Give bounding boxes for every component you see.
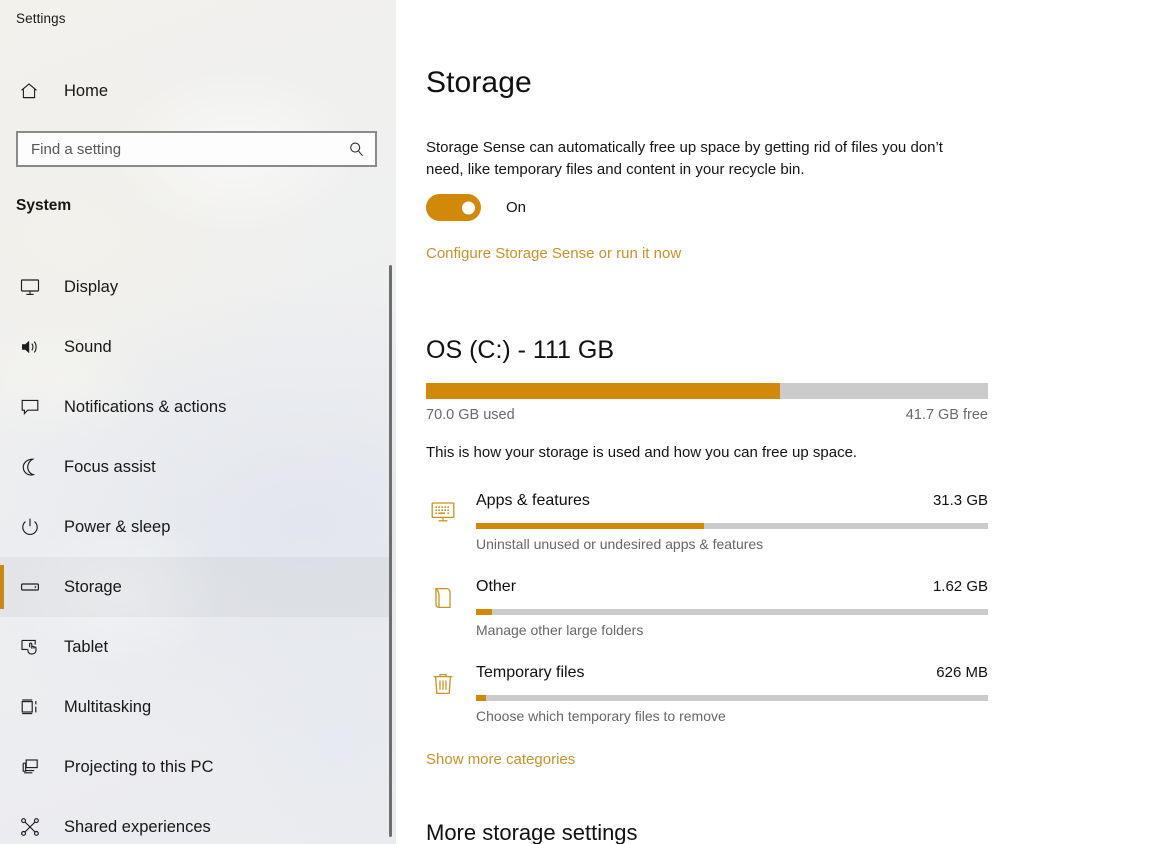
storage-howto-text: This is how your storage is used and how… [426,444,858,461]
page-title: Storage [426,66,532,99]
drive-usage-bar [426,383,988,399]
storage-sense-state-label: On [506,199,527,216]
selection-indicator [0,445,4,489]
search-box[interactable] [16,131,377,167]
sidebar-item-projecting[interactable]: Projecting to this PC [0,737,392,797]
main-content: Storage Storage Sense can automatically … [396,0,1168,844]
sidebar-item-display[interactable]: Display [0,257,392,317]
sidebar-item-focus-assist[interactable]: Focus assist [0,437,392,497]
storage-sense-toggle[interactable] [426,194,481,221]
drive-used-label: 70.0 GB used [426,407,515,423]
search-input[interactable] [31,134,345,164]
sidebar-item-sound[interactable]: Sound [0,317,392,377]
drive-usage-fill [426,383,781,399]
sidebar-item-label: Tablet [64,637,109,656]
search-icon[interactable] [345,138,367,160]
sidebar-item-label: Focus assist [64,457,156,476]
settings-window: Settings Home Find a setting System Disp… [0,0,1168,844]
storage-category-list: Apps & features 31.3 GB Uninstall unused… [426,487,988,745]
sidebar: Settings Home Find a setting System Disp… [0,0,396,844]
category-header: Other 1.62 GB [476,578,988,596]
app-title: Settings [16,11,66,26]
sidebar-item-multitasking[interactable]: Multitasking [0,677,392,737]
sidebar-item-label: Shared experiences [64,817,211,836]
category-name: Temporary files [476,664,585,681]
selection-indicator [0,805,4,844]
selection-indicator [0,265,4,309]
sidebar-item-label: Notifications & actions [64,397,227,416]
sidebar-item-storage[interactable]: Storage [0,557,392,617]
category-header: Apps & features 31.3 GB [476,492,988,510]
sidebar-scrollbar-thumb[interactable] [389,265,392,837]
category-size: 626 MB [936,664,988,681]
category-size: 31.3 GB [932,492,988,509]
tablet-touch-icon [16,633,44,661]
sidebar-item-shared-experiences[interactable]: Shared experiences [0,797,392,844]
category-subtitle: Choose which temporary files to remove [476,708,726,724]
category-subtitle: Manage other large folders [476,622,644,638]
drive-usage-legend: 70.0 GB used 41.7 GB free [426,407,988,423]
storage-category-other[interactable]: Other 1.62 GB Manage other large folders [426,573,988,659]
sidebar-item-label: Multitasking [64,697,152,716]
show-more-categories-link[interactable]: Show more categories [426,751,575,768]
trash-icon [426,667,460,701]
category-size: 1.62 GB [932,578,988,595]
moon-icon [16,453,44,481]
sidebar-item-label: Power & sleep [64,517,171,536]
category-usage-fill [476,523,704,529]
category-header: Temporary files 626 MB [476,664,988,682]
storage-sense-toggle-row: On [426,194,526,221]
monitor-icon [16,273,44,301]
drive-title: OS (C:) - 111 GB [426,336,615,364]
comment-icon [16,393,44,421]
category-usage-bar [476,609,988,615]
search-container [16,131,377,167]
drive-free-label: 41.7 GB free [905,407,988,423]
selection-indicator [0,625,4,669]
power-icon [16,513,44,541]
project-screen-icon [16,753,44,781]
home-icon [16,78,42,104]
sidebar-item-label: Sound [64,337,112,356]
toggle-knob [462,201,475,214]
selection-indicator [0,505,4,549]
configure-storage-sense-link[interactable]: Configure Storage Sense or run it now [426,245,681,262]
sidebar-item-label: Display [64,277,119,296]
sidebar-item-tablet[interactable]: Tablet [0,617,392,677]
category-usage-fill [476,695,487,701]
speaker-icon [16,333,44,361]
category-usage-bar [476,523,988,529]
selection-indicator [0,565,4,609]
sidebar-item-power-sleep[interactable]: Power & sleep [0,497,392,557]
sidebar-item-notifications[interactable]: Notifications & actions [0,377,392,437]
selection-indicator [0,325,4,369]
multitasking-icon [16,693,44,721]
share-nodes-icon [16,813,44,841]
selection-indicator [0,685,4,729]
storage-category-temporary-files[interactable]: Temporary files 626 MB Choose which temp… [426,659,988,745]
sidebar-item-label: Projecting to this PC [64,757,214,776]
apps-monitor-icon [426,495,460,529]
sidebar-home-label: Home [64,81,109,100]
category-subtitle: Uninstall unused or undesired apps & fea… [476,536,764,552]
folder-icon [426,581,460,615]
more-storage-settings-heading: More storage settings [426,820,638,844]
sidebar-nav: Display Sound Notifications & actions Fo… [0,257,392,844]
sidebar-item-label: Storage [64,577,122,596]
selection-indicator [0,385,4,429]
storage-category-apps[interactable]: Apps & features 31.3 GB Uninstall unused… [426,487,988,573]
sidebar-scrollbar[interactable] [389,265,392,844]
selection-indicator [0,745,4,789]
category-usage-fill [476,609,493,615]
sidebar-item-home[interactable]: Home [0,70,380,112]
sidebar-section-heading: System [16,197,72,214]
storage-sense-description: Storage Sense can automatically free up … [426,139,943,178]
category-name: Apps & features [476,492,590,509]
category-name: Other [476,578,517,595]
drive-icon [16,573,44,601]
category-usage-bar [476,695,988,701]
